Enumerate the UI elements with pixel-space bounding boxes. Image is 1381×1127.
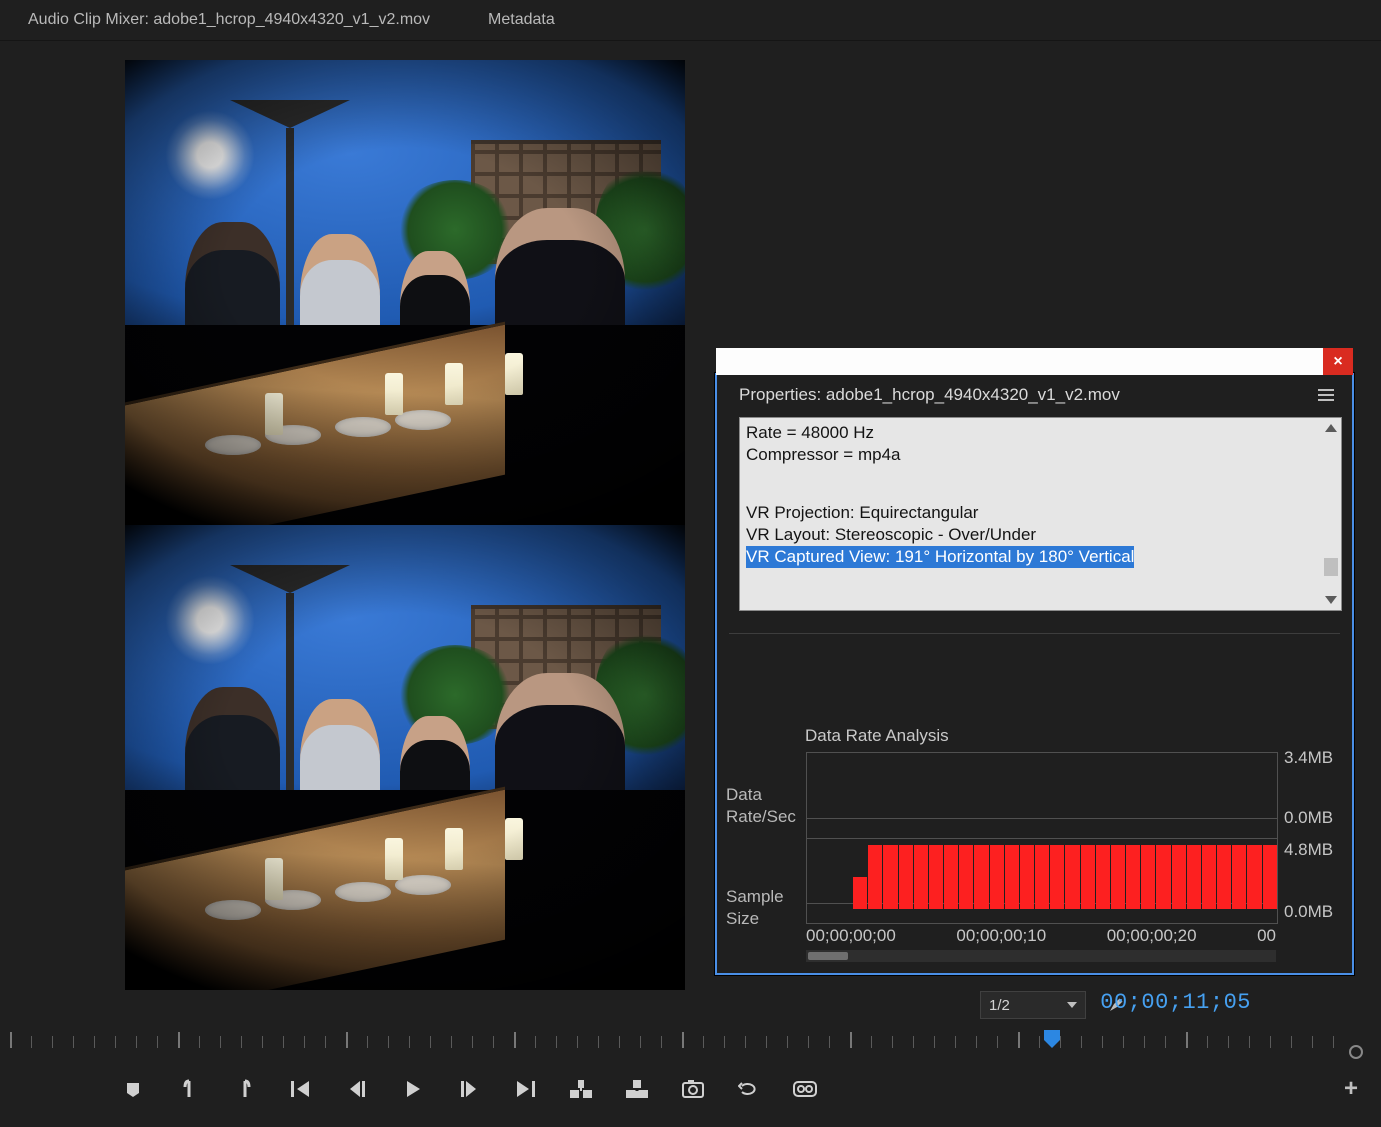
- x-tick: 00;00;00;00: [806, 926, 896, 946]
- close-button[interactable]: ×: [1323, 348, 1353, 375]
- current-timecode[interactable]: 00;00;11;05: [1100, 990, 1251, 1015]
- tab-audio-clip-mixer[interactable]: Audio Clip Mixer: adobe1_hcrop_4940x4320…: [24, 5, 434, 35]
- scroll-thumb[interactable]: [1324, 558, 1338, 576]
- data-rate-chart: Data Rate/Sec Sample Size 3.4MB 0.0MB 4.…: [726, 752, 1338, 958]
- transport-controls: [120, 1076, 818, 1102]
- y-tick: 4.8MB: [1284, 840, 1333, 860]
- step-forward-button[interactable]: [456, 1076, 482, 1102]
- properties-title: Properties: adobe1_hcrop_4940x4320_v1_v2…: [739, 385, 1120, 405]
- time-ruler[interactable]: [10, 1030, 1341, 1052]
- set-in-point-button[interactable]: [176, 1076, 202, 1102]
- x-tick: 00: [1257, 926, 1276, 946]
- x-tick: 00;00;00;20: [1107, 926, 1197, 946]
- panel-menu-icon[interactable]: [1318, 389, 1334, 401]
- chart-bars: [853, 845, 1277, 909]
- chart-row-label: Sample: [726, 887, 784, 906]
- source-monitor-preview[interactable]: [125, 60, 685, 990]
- playback-resolution-dropdown[interactable]: 1/2: [980, 991, 1086, 1019]
- insert-button[interactable]: [568, 1076, 594, 1102]
- property-line: Compressor = mp4a: [746, 444, 1315, 466]
- export-frame-button[interactable]: [680, 1076, 706, 1102]
- monitor-footer: 1/2 00;00;11;05 +: [0, 990, 1381, 1120]
- property-line: VR Layout: Stereoscopic - Over/Under: [746, 524, 1315, 546]
- chevron-down-icon: [1067, 1002, 1077, 1008]
- properties-scrollbar[interactable]: [1321, 418, 1341, 610]
- playhead[interactable]: [1044, 1030, 1060, 1050]
- chart-scroll-thumb[interactable]: [808, 952, 848, 960]
- y-tick: 0.0MB: [1284, 902, 1333, 922]
- property-line: VR Projection: Equirectangular: [746, 502, 1315, 524]
- properties-text-area[interactable]: Rate = 48000 Hz Compressor = mp4a VR Pro…: [739, 417, 1342, 611]
- overwrite-button[interactable]: [624, 1076, 650, 1102]
- preview-frame-top: [125, 60, 685, 525]
- y-tick: 3.4MB: [1284, 748, 1333, 768]
- property-line: Rate = 48000 Hz: [746, 422, 1315, 444]
- properties-window-titlebar[interactable]: [716, 348, 1353, 375]
- vr-video-toggle-button[interactable]: [792, 1076, 818, 1102]
- go-to-out-button[interactable]: [512, 1076, 538, 1102]
- playback-resolution-value: 1/2: [989, 997, 1010, 1014]
- play-button[interactable]: [400, 1076, 426, 1102]
- step-back-button[interactable]: [344, 1076, 370, 1102]
- ruler-end-marker[interactable]: [1349, 1045, 1363, 1059]
- chart-row-label: Data: [726, 785, 762, 804]
- mark-in-button[interactable]: [120, 1076, 146, 1102]
- tab-metadata[interactable]: Metadata: [484, 5, 559, 35]
- chart-title: Data Rate Analysis: [805, 726, 949, 746]
- loop-playback-button[interactable]: [736, 1076, 762, 1102]
- x-tick: 00;00;00;10: [956, 926, 1046, 946]
- scroll-up-icon[interactable]: [1325, 424, 1337, 432]
- preview-frame-bottom: [125, 525, 685, 990]
- chart-row-label: Rate/Sec: [726, 807, 796, 826]
- property-line-selected: VR Captured View: 191° Horizontal by 180…: [746, 546, 1134, 568]
- chart-row-label: Size: [726, 909, 759, 928]
- chart-horizontal-scroll[interactable]: [806, 950, 1276, 962]
- scroll-down-icon[interactable]: [1325, 596, 1337, 604]
- panel-tabbar: Audio Clip Mixer: adobe1_hcrop_4940x4320…: [0, 0, 1381, 41]
- y-tick: 0.0MB: [1284, 808, 1333, 828]
- go-to-in-button[interactable]: [288, 1076, 314, 1102]
- button-editor-plus[interactable]: +: [1341, 1080, 1361, 1100]
- set-out-point-button[interactable]: [232, 1076, 258, 1102]
